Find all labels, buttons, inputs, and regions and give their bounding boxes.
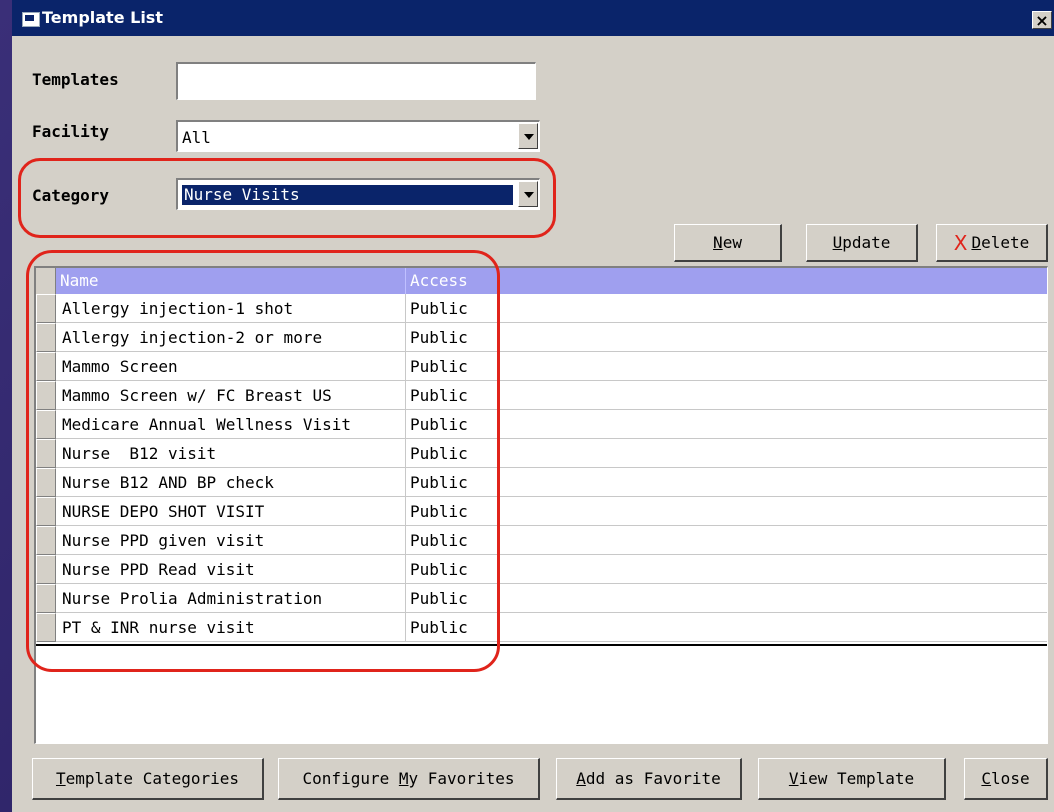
row-name: Allergy injection-2 or more [56, 323, 406, 352]
row-selector[interactable] [36, 468, 56, 497]
view-template-label: iew Template [798, 769, 915, 788]
row-name: PT & INR nurse visit [56, 613, 406, 642]
row-selector[interactable] [36, 352, 56, 381]
facility-selected-value: All [182, 128, 211, 147]
row-access: Public [406, 584, 1047, 613]
facility-dropdown-arrow-icon[interactable] [518, 123, 538, 149]
category-label: Category [32, 186, 110, 205]
facility-select[interactable]: All [176, 120, 540, 152]
window-title: Template List [42, 8, 163, 27]
table-row[interactable]: Nurse Prolia Administration Public [36, 584, 1047, 613]
row-selector[interactable] [36, 381, 56, 410]
table-row[interactable]: Nurse B12 AND BP check Public [36, 468, 1047, 497]
view-template-button[interactable]: View Template [758, 758, 946, 800]
row-access: Public [406, 352, 1047, 381]
table-row[interactable]: Nurse PPD given visit Public [36, 526, 1047, 555]
update-button-label: pdate [842, 233, 891, 252]
row-access: Public [406, 497, 1047, 526]
add-as-favorite-button[interactable]: Add as Favorite [556, 758, 742, 800]
templates-input[interactable] [176, 62, 536, 100]
title-bar[interactable]: Template List × [12, 0, 1054, 36]
column-header-name[interactable]: Name [56, 268, 406, 294]
configure-favorites-prefix: Configure [302, 769, 399, 788]
grid-end-divider [36, 644, 1047, 646]
close-button[interactable]: Close [964, 758, 1048, 800]
templates-label: Templates [32, 70, 119, 89]
row-name: Medicare Annual Wellness Visit [56, 410, 406, 439]
row-selector[interactable] [36, 526, 56, 555]
add-favorite-accel: A [576, 769, 586, 788]
row-access: Public [406, 410, 1047, 439]
new-button[interactable]: New [674, 224, 782, 262]
row-name: Nurse PPD given visit [56, 526, 406, 555]
grid-header-row: Name Access [36, 268, 1047, 294]
column-header-access[interactable]: Access [406, 268, 496, 294]
configure-favorites-label: y Favorites [408, 769, 515, 788]
view-template-accel: V [788, 769, 799, 788]
update-button[interactable]: Update [806, 224, 918, 262]
row-access: Public [406, 381, 1047, 410]
row-selector[interactable] [36, 410, 56, 439]
templates-grid[interactable]: Name Access Allergy injection-1 shot Publ… [34, 266, 1048, 744]
category-dropdown-arrow-icon[interactable] [518, 181, 538, 207]
category-selected-value: Nurse Visits [182, 185, 513, 205]
row-name: Mammo Screen [56, 352, 406, 381]
table-row[interactable]: Medicare Annual Wellness Visit Public [36, 410, 1047, 439]
close-label: lose [991, 769, 1030, 788]
row-access: Public [406, 468, 1047, 497]
close-accel: C [981, 769, 992, 788]
row-name: Nurse Prolia Administration [56, 584, 406, 613]
row-selector[interactable] [36, 439, 56, 468]
category-select[interactable]: Nurse Visits [176, 178, 540, 210]
row-selector[interactable] [36, 584, 56, 613]
app-icon [22, 12, 40, 27]
configure-favorites-accel: M [398, 769, 409, 788]
row-name: Mammo Screen w/ FC Breast US [56, 381, 406, 410]
row-name: Allergy injection-1 shot [56, 294, 406, 323]
template-list-window: Template List × Templates Facility All C… [12, 0, 1054, 812]
row-selector[interactable] [36, 294, 56, 323]
row-access: Public [406, 294, 1047, 323]
row-access: Public [406, 526, 1047, 555]
table-row[interactable]: NURSE DEPO SHOT VISIT Public [36, 497, 1047, 526]
row-access: Public [406, 323, 1047, 352]
template-categories-label: emplate Categories [65, 769, 240, 788]
configure-my-favorites-button[interactable]: Configure My Favorites [278, 758, 540, 800]
table-row[interactable]: Allergy injection-1 shot Public [36, 294, 1047, 323]
row-name: Nurse B12 AND BP check [56, 468, 406, 497]
table-row[interactable]: Nurse B12 visit Public [36, 439, 1047, 468]
row-name: Nurse PPD Read visit [56, 555, 406, 584]
delete-button-label: elete [981, 233, 1030, 252]
row-access: Public [406, 613, 1047, 642]
row-selector[interactable] [36, 555, 56, 584]
delete-button[interactable]: X Delete [936, 224, 1048, 262]
row-access: Public [406, 439, 1047, 468]
row-selector[interactable] [36, 323, 56, 352]
update-button-accel: U [832, 233, 843, 252]
delete-button-accel: D [971, 233, 982, 252]
row-access: Public [406, 555, 1047, 584]
table-row[interactable]: Mammo Screen w/ FC Breast US Public [36, 381, 1047, 410]
close-window-button[interactable]: × [1032, 11, 1052, 29]
new-button-accel: N [713, 233, 723, 252]
template-categories-accel: T [55, 769, 66, 788]
table-row[interactable]: Mammo Screen Public [36, 352, 1047, 381]
table-row[interactable]: Nurse PPD Read visit Public [36, 555, 1047, 584]
template-categories-button[interactable]: Template Categories [32, 758, 264, 800]
facility-label: Facility [32, 122, 110, 141]
delete-x-icon: X [953, 230, 968, 255]
row-selector[interactable] [36, 613, 56, 642]
table-row[interactable]: Allergy injection-2 or more Public [36, 323, 1047, 352]
row-name: Nurse B12 visit [56, 439, 406, 468]
grid-header-selector[interactable] [36, 268, 56, 294]
table-row[interactable]: PT & INR nurse visit Public [36, 613, 1047, 642]
row-name: NURSE DEPO SHOT VISIT [56, 497, 406, 526]
new-button-label: ew [722, 233, 742, 252]
row-selector[interactable] [36, 497, 56, 526]
add-favorite-label: dd as Favorite [585, 769, 721, 788]
